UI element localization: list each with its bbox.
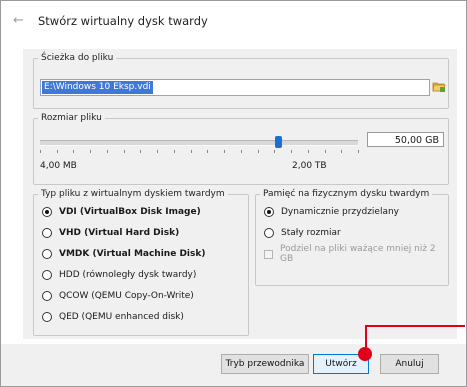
file-path-group: Ścieżka do pliku E:\Windows 10 Eksp.vdi (33, 53, 449, 109)
radio-vdi-label: VDI (VirtualBox Disk Image) (59, 207, 201, 217)
radio-vhd-label: VHD (Virtual Hard Disk) (59, 228, 180, 238)
dialog-window: ← Stwórz wirtualny dysk twardy Ścieżka d… (0, 0, 467, 387)
slider-tick (157, 150, 159, 153)
radio-vmdk[interactable]: VMDK (Virtual Machine Disk) (42, 247, 205, 261)
slider-tick (240, 150, 242, 153)
radio-vhd-indicator[interactable] (42, 228, 52, 238)
dialog-footer: Tryb przewodnika Utwórz Anuluj (1, 344, 466, 386)
radio-qed[interactable]: QED (QEMU enhanced disk) (42, 310, 184, 324)
slider-tick (224, 150, 226, 153)
slider-tick (324, 150, 326, 153)
slider-tick (73, 150, 75, 153)
radio-qcow-label: QCOW (QEMU Copy-On-Write) (59, 291, 194, 301)
file-size-legend: Rozmiar pliku (41, 113, 102, 123)
slider-tick (207, 150, 209, 153)
slider-tick (123, 150, 125, 153)
dialog-header: ← Stwórz wirtualny dysk twardy (1, 1, 466, 41)
radio-dynamic-indicator[interactable] (264, 207, 274, 217)
slider-tick (307, 150, 309, 153)
file-path-value: E:\Windows 10 Eksp.vdi (42, 81, 153, 94)
size-min-label: 4,00 MB (40, 161, 77, 171)
slider-tick (56, 150, 58, 153)
file-size-slider-thumb[interactable] (274, 136, 282, 148)
slider-tick (40, 150, 41, 153)
annotation-marker-dot (358, 347, 372, 361)
radio-vmdk-indicator[interactable] (42, 249, 52, 259)
radio-hdd-label: HDD (równoległy dysk twardy) (59, 270, 197, 280)
radio-fixed-label: Stały rozmiar (281, 228, 341, 238)
file-type-legend: Typ pliku z wirtualnym dyskiem twardym (41, 189, 225, 199)
radio-vdi[interactable]: VDI (VirtualBox Disk Image) (42, 205, 201, 219)
checkbox-split-label: Podziel na pliki ważące mniej niż 2 GB (280, 244, 436, 264)
radio-qed-indicator[interactable] (42, 312, 52, 322)
dialog-title: Stwórz wirtualny dysk twardy (38, 14, 208, 28)
slider-tick (257, 150, 259, 153)
size-max-label: 2,00 TB (292, 161, 327, 171)
file-size-slider-track[interactable] (40, 140, 358, 146)
slider-tick (291, 150, 293, 153)
file-type-group: Typ pliku z wirtualnym dyskiem twardym V… (33, 189, 249, 336)
radio-qcow[interactable]: QCOW (QEMU Copy-On-Write) (42, 289, 194, 303)
radio-dynamic[interactable]: Dynamicznie przydzielany (264, 205, 399, 219)
radio-hdd[interactable]: HDD (równoległy dysk twardy) (42, 268, 196, 282)
guided-mode-button[interactable]: Tryb przewodnika (221, 354, 309, 374)
slider-tick (106, 150, 108, 153)
radio-hdd-indicator[interactable] (42, 270, 52, 280)
radio-vhd[interactable]: VHD (Virtual Hard Disk) (42, 226, 179, 240)
checkbox-split-box[interactable] (264, 249, 273, 259)
slider-tick (341, 150, 343, 153)
slider-tick (190, 150, 192, 153)
checkbox-split[interactable]: Podziel na pliki ważące mniej niż 2 GB (264, 244, 448, 264)
radio-fixed-indicator[interactable] (264, 228, 274, 238)
slider-ticks (40, 150, 359, 154)
dialog-content: Ścieżka do pliku E:\Windows 10 Eksp.vdi … (23, 49, 457, 339)
radio-fixed[interactable]: Stały rozmiar (264, 226, 341, 240)
slider-tick (90, 150, 92, 153)
slider-tick (140, 150, 142, 153)
slider-tick (358, 150, 359, 153)
file-path-legend: Ścieżka do pliku (41, 53, 114, 63)
radio-dynamic-label: Dynamicznie przydzielany (281, 207, 400, 217)
cancel-button[interactable]: Anuluj (380, 354, 439, 374)
file-size-group: Rozmiar pliku 4,00 MB 2,00 TB 50,00 GB (33, 113, 449, 185)
radio-vdi-indicator[interactable] (42, 207, 52, 217)
folder-open-icon[interactable] (432, 79, 446, 93)
slider-tick (173, 150, 175, 153)
slider-tick (274, 150, 276, 153)
radio-vmdk-label: VMDK (Virtual Machine Disk) (59, 249, 206, 259)
radio-qed-label: QED (QEMU enhanced disk) (59, 312, 184, 322)
radio-qcow-indicator[interactable] (42, 291, 52, 301)
file-size-input[interactable]: 50,00 GB (367, 132, 444, 147)
storage-group: Pamięć na fizycznym dysku twardym Dynami… (255, 189, 449, 286)
annotation-line-horizontal (365, 325, 465, 327)
back-arrow-icon[interactable]: ← (13, 13, 24, 28)
storage-legend: Pamięć na fizycznym dysku twardym (263, 189, 430, 199)
file-path-input[interactable]: E:\Windows 10 Eksp.vdi (40, 79, 430, 96)
